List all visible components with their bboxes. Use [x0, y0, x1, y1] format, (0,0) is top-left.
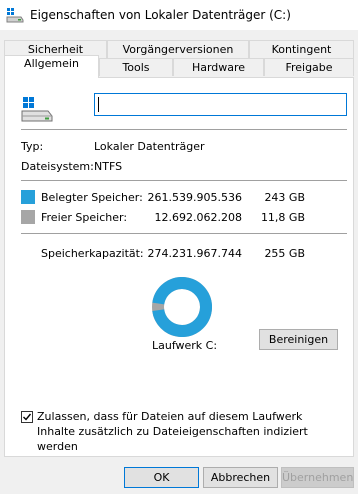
tab-label: Hardware — [191, 61, 246, 74]
capacity-bytes: 274.231.967.744 — [147, 247, 242, 260]
tab-tools[interactable]: Tools — [99, 58, 173, 76]
text-caret — [98, 97, 99, 112]
drive-label: Laufwerk C: — [152, 339, 218, 352]
tab-allgemein[interactable]: Allgemein — [4, 55, 99, 78]
title-bar: Eigenschaften von Lokaler Datenträger (C… — [0, 0, 358, 30]
cancel-button[interactable]: Abbrechen — [203, 467, 278, 488]
free-space-size: 11,8 GB — [260, 211, 305, 224]
tab-label: Vorgängerversionen — [122, 43, 234, 56]
type-value: Lokaler Datenträger — [94, 140, 205, 153]
index-checkbox[interactable] — [21, 411, 33, 423]
drive-icon — [6, 8, 24, 23]
tab-label: Allgemein — [24, 57, 79, 70]
tab-freigabe[interactable]: Freigabe — [264, 58, 354, 76]
window-title: Eigenschaften von Lokaler Datenträger (C… — [30, 8, 291, 22]
usage-donut-svg — [151, 277, 212, 337]
apply-button[interactable]: Übernehmen — [281, 467, 354, 488]
tab-hardware[interactable]: Hardware — [173, 58, 264, 76]
index-checkbox-label: Zulassen, dass für Dateien auf diesem La… — [37, 410, 308, 453]
filesystem-value: NTFS — [94, 160, 123, 173]
drive-name-input[interactable] — [94, 93, 347, 116]
filesystem-label: Dateisystem: — [21, 160, 94, 173]
tab-label: Freigabe — [285, 61, 333, 74]
free-space-swatch — [21, 210, 35, 224]
checkmark-icon — [23, 413, 32, 421]
local-disk-icon — [21, 97, 53, 122]
tab-kontingent[interactable]: Kontingent — [249, 40, 354, 58]
separator — [21, 180, 347, 181]
used-space-bytes: 261.539.905.536 — [147, 191, 242, 204]
capacity-size: 255 GB — [264, 247, 305, 260]
free-space-bytes: 12.692.062.208 — [154, 211, 242, 224]
cleanup-button[interactable]: Bereinigen — [259, 329, 338, 350]
separator — [21, 233, 347, 234]
free-space-label: Freier Speicher: — [41, 211, 128, 224]
usage-donut-chart — [151, 277, 212, 337]
general-panel: Typ: Lokaler Datenträger Dateisystem: NT… — [4, 77, 354, 457]
tab-strip: Sicherheit Vorgängerversionen Kontingent… — [0, 38, 358, 78]
type-label: Typ: — [21, 140, 44, 153]
tab-label: Kontingent — [271, 43, 332, 56]
separator — [21, 129, 347, 130]
used-space-size: 243 GB — [264, 191, 305, 204]
capacity-label: Speicherkapazität: — [41, 247, 144, 260]
tab-label: Tools — [122, 61, 150, 74]
used-space-label: Belegter Speicher: — [41, 191, 143, 204]
ok-button[interactable]: OK — [124, 467, 199, 488]
tab-vorgaengerversionen[interactable]: Vorgängerversionen — [107, 40, 249, 58]
used-space-swatch — [21, 190, 35, 204]
